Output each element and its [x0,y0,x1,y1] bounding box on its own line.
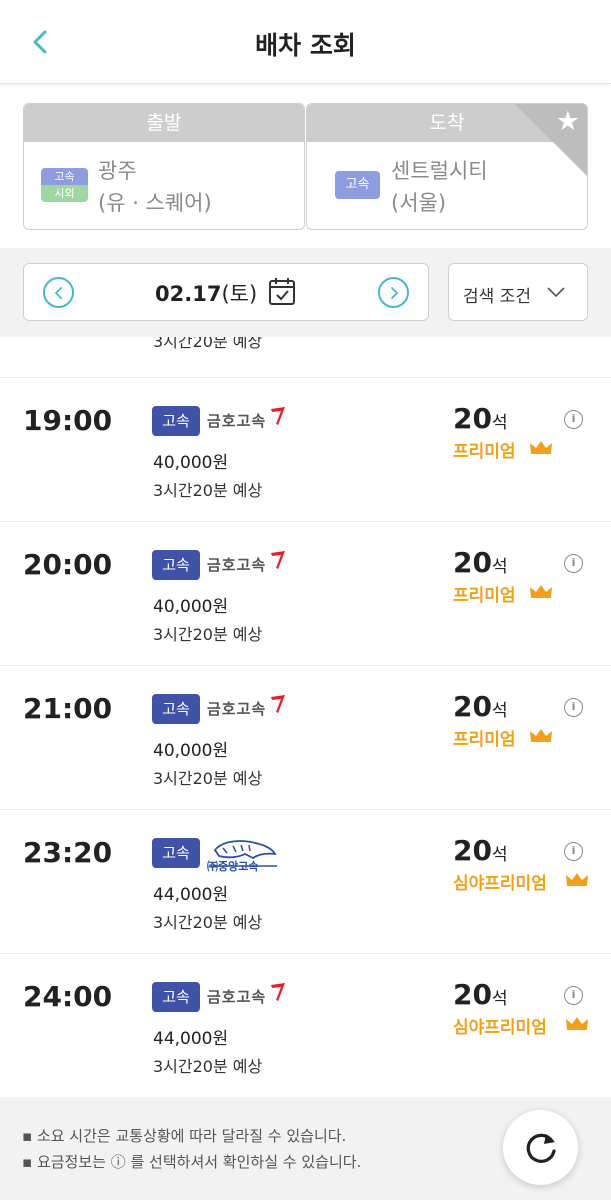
arrival-sub: (서울) [391,191,447,215]
kumho-mark-icon [271,407,285,425]
seat-count: 20석 [453,690,508,723]
crown-icon [530,585,552,598]
kumho-logo: 금호고속 [207,551,285,580]
date-bar: 02.17(토) 검색 조건 [0,248,611,337]
duration: 3시간20분 예상 [153,1057,263,1076]
kumho-mark-icon [271,983,285,1001]
bus-class-badge: 고속 [152,694,200,724]
bus-grade: 프리미엄 [453,437,552,462]
fare: 44,000원 [153,1029,229,1049]
fare: 44,000원 [153,885,229,905]
duration: 3시간20분 예상 [153,625,263,644]
schedule-row[interactable]: 21:00 고속 금호고속 40,000원 3시간20분 예상 20석 i 프리… [0,666,611,809]
calendar-icon[interactable] [268,276,296,306]
notice-line: ▪ 요금정보는 ⓘ 를 선택하셔서 확인하실 수 있습니다. [22,1153,362,1171]
bus-grade: 프리미엄 [453,725,552,750]
schedule-row[interactable]: 23:20 고속 ㈜중앙고속 44,000원 3시간20분 예상 20석 i 심… [0,810,611,953]
departure-sub: (유 · 스퀘어) [98,191,212,215]
crown-icon [566,873,588,886]
selected-date[interactable]: 02.17(토) [155,278,257,308]
schedule-list: 3시간20분 예상 19:00 고속 금호고속 40,000원 3시간20분 예… [0,337,611,1097]
route-panel: 출발 고속 시외 광주 (유 · 스퀘어) 도착 ★ 고속 센트럴시티 (서울) [0,84,611,248]
departure-time: 20:00 [23,548,113,581]
bus-grade: 프리미엄 [453,581,552,606]
fare: 40,000원 [153,741,229,761]
page-title: 배차 조회 [255,31,356,60]
crown-icon [530,441,552,454]
kumho-logo: 금호고속 [207,695,285,724]
crown-icon [530,729,552,742]
chevron-right-icon [391,287,398,299]
date-selector: 02.17(토) [23,263,429,321]
info-icon[interactable]: i [564,698,583,717]
departure-time: 19:00 [23,404,113,437]
schedule-row[interactable]: 20:00 고속 금호고속 40,000원 3시간20분 예상 20석 i 프리… [0,522,611,665]
app-header: 배차 조회 [0,0,611,84]
weekday: (토) [221,282,258,306]
arrival-card[interactable]: 도착 ★ 고속 센트럴시티 (서울) [306,103,588,230]
schedule-row[interactable]: 24:00 고속 금호고속 44,000원 3시간20분 예상 20석 i 심야… [0,954,611,1097]
bus-class-badge: 고속 [152,982,200,1012]
departure-caption: 출발 [24,104,304,142]
info-icon[interactable]: i [564,986,583,1005]
terminal-type-badge: 고속 시외 [41,168,88,202]
schedule-row[interactable]: 19:00 고속 금호고속 40,000원 3시간20분 예상 20석 i 프리… [0,378,611,521]
chevron-down-icon [547,287,565,297]
departure-card[interactable]: 출발 고속 시외 광주 (유 · 스퀘어) [23,103,305,230]
seat-count: 20석 [453,978,508,1011]
search-filter-dropdown[interactable]: 검색 조건 [448,263,588,321]
kumho-logo: 금호고속 [207,983,285,1012]
footer-notice: ▪ 소요 시간은 교통상황에 따라 달라질 수 있습니다. ▪ 요금정보는 ⓘ … [0,1097,611,1200]
seat-count: 20석 [453,402,508,435]
bus-class-badge: 고속 [152,838,200,868]
kumho-mark-icon [271,551,285,569]
departure-name: 광주 [98,159,137,183]
bus-class-badge: 고속 [152,550,200,580]
departure-place: 광주 (유 · 스퀘어) [98,155,212,219]
date-value: 02.17 [155,282,222,306]
arrival-place: 센트럴시티 (서울) [391,155,488,219]
fare: 40,000원 [153,597,229,617]
duration: 3시간20분 예상 [153,481,263,500]
bus-class-badge: 고속 [152,406,200,436]
express-badge: 고속 [41,168,88,185]
seat-count: 20석 [453,546,508,579]
duration: 3시간20분 예상 [153,769,263,788]
filter-label: 검색 조건 [463,287,531,307]
bus-grade: 심야프리미엄 [453,1013,588,1038]
star-icon[interactable]: ★ [556,108,580,135]
info-icon[interactable]: i [564,554,583,573]
refresh-icon [526,1133,556,1163]
prev-date-button[interactable] [43,277,74,308]
duration: 3시간20분 예상 [153,913,263,932]
kumho-mark-icon [271,695,285,713]
info-icon[interactable]: i [564,842,583,861]
crown-icon [566,1017,588,1030]
refresh-button[interactable] [503,1110,578,1185]
departure-time: 24:00 [23,980,113,1013]
seat-count: 20석 [453,834,508,867]
partial-duration: 3시간20분 예상 [153,337,263,351]
intercity-badge: 시외 [41,185,88,202]
bus-grade: 심야프리미엄 [453,869,588,894]
fare: 40,000원 [153,453,229,473]
info-icon[interactable]: i [564,410,583,429]
express-badge: 고속 [335,171,380,199]
notice-line: ▪ 소요 시간은 교통상황에 따라 달라질 수 있습니다. [22,1127,347,1145]
arrival-name: 센트럴시티 [391,159,488,183]
next-date-button[interactable] [378,277,409,308]
departure-time: 21:00 [23,692,113,725]
kumho-logo: 금호고속 [207,407,285,436]
departure-time: 23:20 [23,836,113,869]
chevron-left-icon [55,287,62,299]
